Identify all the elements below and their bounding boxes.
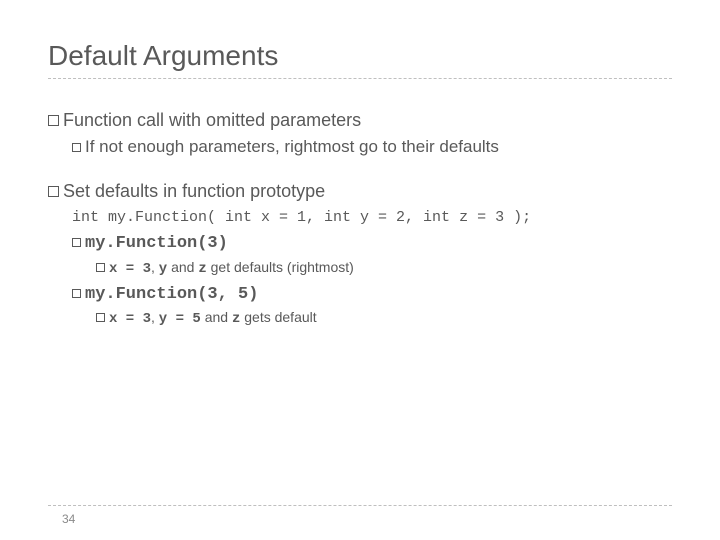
bullet-icon <box>72 143 81 152</box>
page-title: Default Arguments <box>48 40 672 72</box>
example-1: my.Function(3) <box>72 229 672 257</box>
page-number: 34 <box>62 512 75 526</box>
divider-bottom <box>48 505 672 506</box>
example-2-expl: x = 3, y = 5 and z gets default <box>96 307 672 330</box>
example-1-expl: x = 3, y and z get defaults (rightmost) <box>96 257 672 280</box>
ex2-and: and <box>201 309 232 325</box>
ex2-x: x = 3 <box>109 311 151 327</box>
example-1-call: my.Function(3) <box>85 234 228 253</box>
ex1-y: y <box>159 261 167 277</box>
bullet-1-sub: If not enough parameters, rightmost go t… <box>72 134 672 160</box>
ex1-tail: get defaults (rightmost) <box>207 259 354 275</box>
ex1-x: x = 3 <box>109 261 151 277</box>
bullet-icon <box>96 263 105 272</box>
bullet-1: Function call with omitted parameters <box>48 107 672 134</box>
bullet-icon <box>72 289 81 298</box>
divider-top <box>48 78 672 79</box>
ex2-tail: gets default <box>240 309 316 325</box>
ex1-c1: , <box>151 259 159 275</box>
bullet-icon <box>96 313 105 322</box>
bullet-icon <box>48 186 59 197</box>
bullet-1-sub-text: If not enough parameters, rightmost go t… <box>85 137 499 156</box>
ex2-c1: , <box>151 309 159 325</box>
bullet-1-text: Function call with omitted parameters <box>63 110 361 130</box>
bullet-2-text: Set defaults in function prototype <box>63 181 325 201</box>
ex1-z: z <box>198 261 206 277</box>
bullet-2: Set defaults in function prototype <box>48 178 672 205</box>
bullet-icon <box>48 115 59 126</box>
slide-body: Function call with omitted parameters If… <box>48 107 672 330</box>
bullet-icon <box>72 238 81 247</box>
ex2-y: y = 5 <box>159 311 201 327</box>
example-2-call: my.Function(3, 5) <box>85 285 258 304</box>
example-2: my.Function(3, 5) <box>72 280 672 308</box>
code-prototype: int my.Function( int x = 1, int y = 2, i… <box>72 207 672 230</box>
ex1-and: and <box>167 259 198 275</box>
